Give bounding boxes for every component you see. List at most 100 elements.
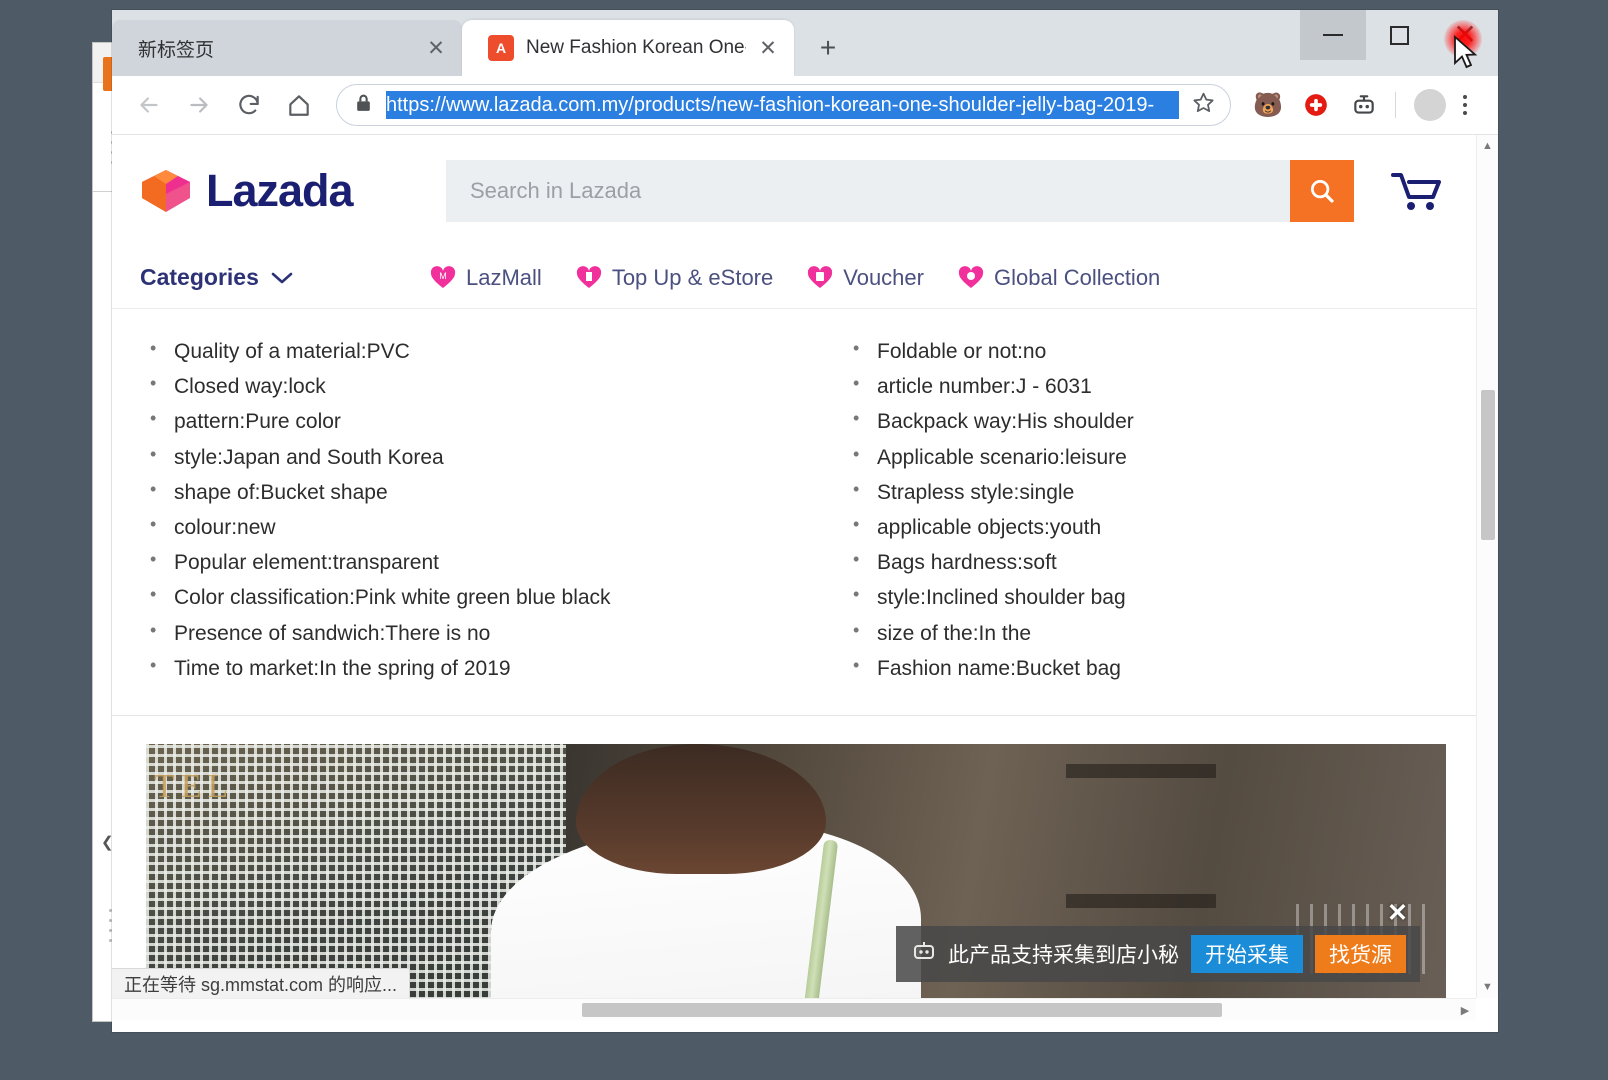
address-bar[interactable]: https://www.lazada.com.my/products/new-f… [336,84,1231,126]
page-status-text: 正在等待 sg.mmstat.com 的响应... [112,968,411,998]
search-button[interactable] [1290,160,1354,222]
spec-item: Color classification:Pink white green bl… [144,584,795,620]
spec-item: shape of:Bucket shape [144,479,795,515]
spec-item: Closed way:lock [144,373,795,409]
tab-close-icon[interactable]: ✕ [424,36,448,60]
window-controls: ✕ [1300,10,1498,60]
lazmall-heart-icon: M [430,265,456,290]
search-input[interactable] [446,160,1290,222]
spec-column-right: Foldable or not:no article number:J - 60… [795,338,1446,691]
tab-close-icon[interactable]: ✕ [756,36,780,60]
lazada-page: Lazada Search in Lazada Categories M Laz… [112,135,1476,998]
lazada-logo-text: Lazada [206,165,354,216]
scroll-right-arrow-icon[interactable]: ▶ [1454,999,1476,1020]
nav-link-label: Global Collection [993,264,1161,290]
nav-link-label: Voucher [843,264,924,290]
categories-menu[interactable]: Categories [140,264,430,291]
scroll-down-arrow-icon[interactable]: ▼ [1477,976,1498,998]
spec-list-left: Quality of a material:PVC Closed way:loc… [144,338,795,691]
find-supplier-button[interactable]: 找货源 [1315,935,1406,973]
lazada-logo[interactable]: Lazada [140,165,430,217]
horizontal-scroll-thumb[interactable] [582,1003,1222,1017]
tab-lazada-product[interactable]: A New Fashion Korean One-Sho ✕ [462,20,794,76]
spec-item: Popular element:transparent [144,549,795,585]
scroll-up-arrow-icon[interactable]: ▲ [1477,135,1498,157]
reload-button[interactable] [226,82,272,128]
product-image-shelf [1066,763,1216,778]
toolbar-divider [1395,92,1396,118]
spec-item: size of the:In the [847,619,1446,656]
tab-favicon-icon: A [488,35,514,61]
bear-extension-icon[interactable]: 🐻 [1247,84,1289,126]
collect-helper-bar: ✕ 此产品支持采集到店小秘 开始采集 找货源 [896,899,1420,982]
spec-item: Quality of a material:PVC [144,338,795,374]
url-text[interactable]: https://www.lazada.com.my/products/new-f… [386,91,1179,119]
spec-item: colour:new [144,514,795,550]
spec-item: style:Japan and South Korea [144,444,795,480]
product-specifications: Quality of a material:PVC Closed way:loc… [112,309,1476,716]
bookmark-star-icon[interactable] [1191,90,1216,120]
topup-heart-icon [576,265,602,290]
tab-title: New Fashion Korean One-Sho [526,37,746,58]
spec-item: Presence of sandwich:There is no [144,619,795,656]
robot-extension-icon[interactable] [1343,84,1385,126]
chevron-down-icon [271,264,293,291]
robot-icon [912,940,936,968]
product-image-shelf [1066,893,1216,908]
start-collect-button[interactable]: 开始采集 [1191,935,1303,973]
lazada-logo-mark-icon [140,168,192,214]
global-heart-icon [958,265,984,290]
vertical-scroll-thumb[interactable] [1481,390,1495,540]
nav-links: M LazMall Top Up & eStore Voucher Global… [430,265,1160,291]
new-tab-button[interactable]: + [806,26,850,70]
maximize-button[interactable] [1366,10,1432,60]
close-window-button[interactable]: ✕ [1432,10,1498,60]
spec-item: Foldable or not:no [847,338,1446,374]
voucher-heart-icon [807,265,833,290]
tab-title: 新标签页 [138,39,215,61]
minimize-button[interactable] [1300,10,1366,60]
lazada-nav-bar: Categories M LazMall Top Up & eStore Vou… [112,247,1476,309]
adblock-extension-icon[interactable] [1295,84,1337,126]
page-viewport: Lazada Search in Lazada Categories M Laz… [112,134,1498,1020]
nav-link-label: Top Up & eStore [611,264,774,290]
collect-bar-message: 此产品支持采集到店小秘 [948,944,1179,967]
categories-label: Categories [140,264,259,290]
nav-link-lazmall[interactable]: M LazMall [430,265,542,291]
spec-item: Strapless style:single [847,479,1446,515]
spec-item: Fashion name:Bucket bag [847,655,1446,691]
spec-item: applicable objects:youth [847,514,1446,550]
horizontal-scrollbar[interactable]: ▶ [112,998,1476,1020]
spec-item: pattern:Pure color [144,408,795,444]
spec-item: Bags hardness:soft [847,549,1446,585]
vertical-scrollbar[interactable]: ▲ ▼ [1476,135,1498,998]
back-button[interactable] [126,82,172,128]
collect-bar-close-icon[interactable]: ✕ [1387,898,1408,928]
svg-text:M: M [439,271,447,281]
lazada-search-bar [446,160,1354,222]
browser-menu-button[interactable] [1446,95,1484,115]
spec-list-right: Foldable or not:no article number:J - 60… [847,338,1446,691]
nav-link-global-collection[interactable]: Global Collection [958,265,1160,291]
tab-strip: 新标签页 ✕ A New Fashion Korean One-Sho ✕ + … [112,10,1498,76]
forward-button[interactable] [176,82,222,128]
nav-link-topup-estore[interactable]: Top Up & eStore [576,265,773,291]
spec-item: Applicable scenario:leisure [847,444,1446,480]
home-button[interactable] [276,82,322,128]
nav-link-label: LazMall [466,264,542,290]
nav-link-voucher[interactable]: Voucher [807,265,924,291]
spec-item: style:Inclined shoulder bag [847,584,1446,620]
chrome-browser-window: 新标签页 ✕ A New Fashion Korean One-Sho ✕ + … [112,10,1498,1032]
spec-item: Time to market:In the spring of 2019 [144,655,795,691]
lazada-header: Lazada [112,135,1476,247]
cart-button[interactable] [1380,168,1454,214]
lock-icon [355,93,372,118]
profile-avatar[interactable] [1414,89,1446,121]
spec-item: Backpack way:His shoulder [847,408,1446,444]
spec-item: article number:J - 6031 [847,373,1446,409]
browser-toolbar: https://www.lazada.com.my/products/new-f… [112,76,1498,134]
wall-sign-text: TEL [154,767,235,805]
tab-new-tab-page[interactable]: 新标签页 ✕ [112,20,462,76]
spec-column-left: Quality of a material:PVC Closed way:loc… [144,338,795,691]
desktop-background: ⇐ 所 ❮ 新标签页 ✕ A New Fashion Korean One-Sh… [0,0,1608,1080]
